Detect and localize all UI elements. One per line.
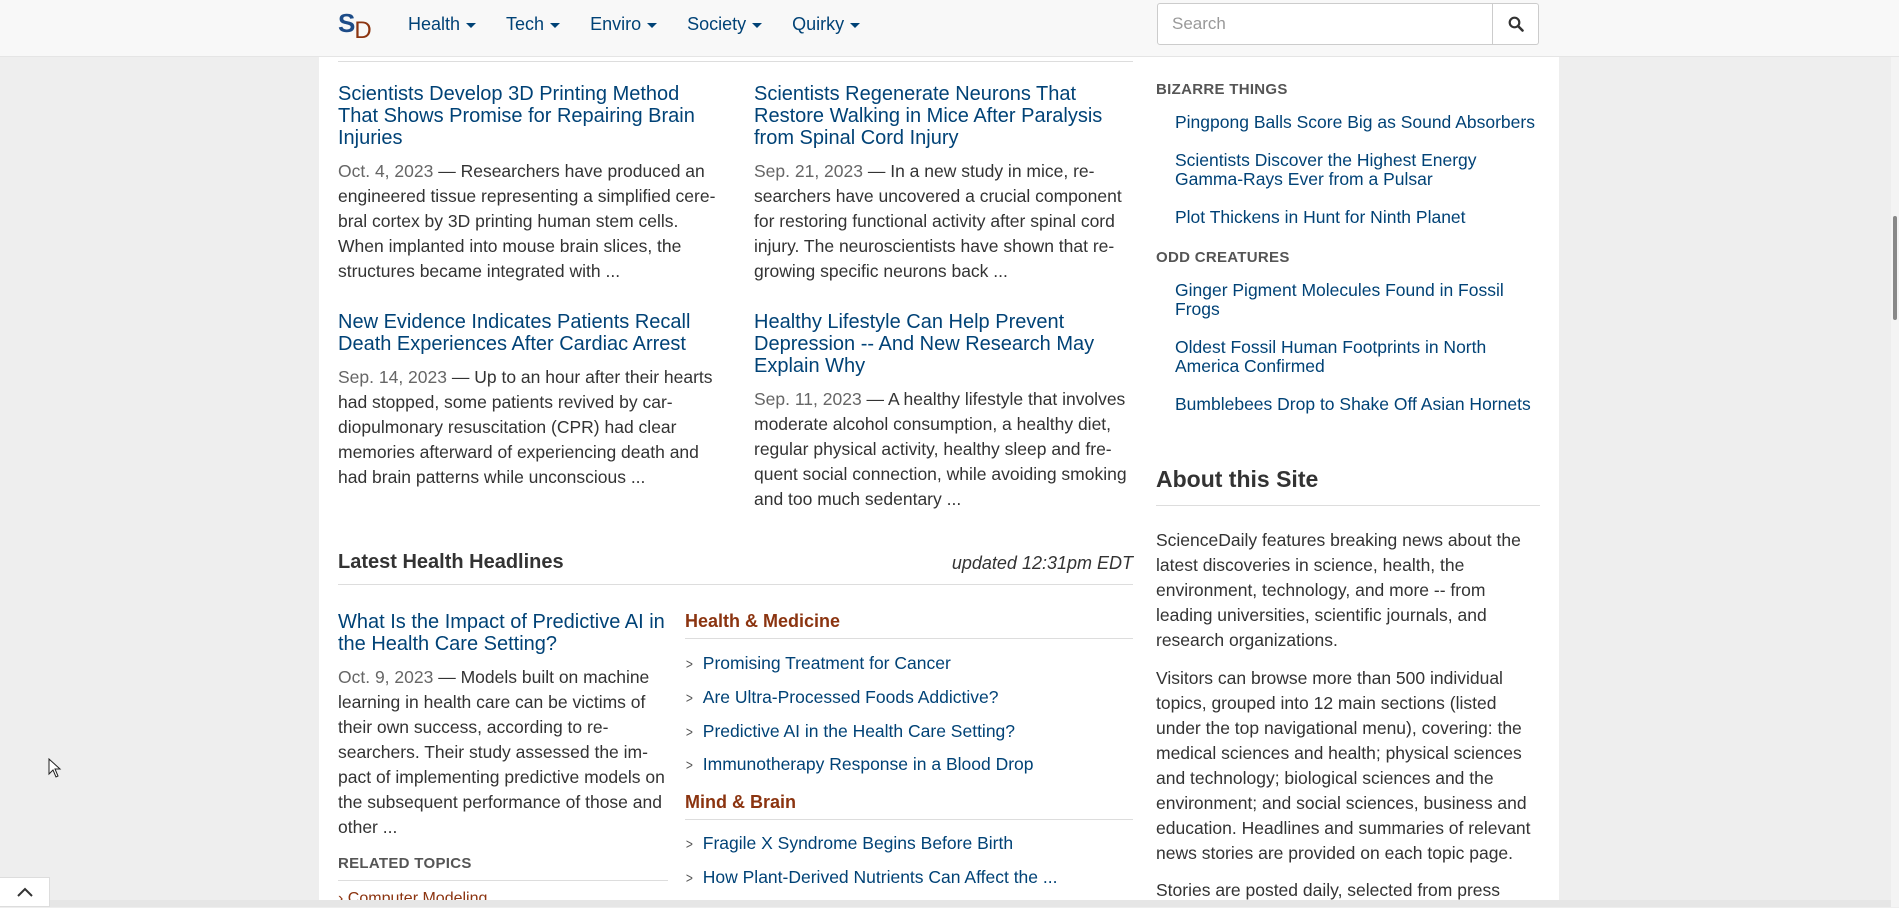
story-summary: Sep. 21, 2023 — In a new study in mice, … xyxy=(754,161,1122,281)
chevron-right-icon: > xyxy=(685,656,693,673)
logo-s: S xyxy=(338,8,355,38)
story-card: Healthy Lifestyle Can Help Prevent Depre… xyxy=(754,311,1139,512)
story-card: Scientists Develop 3D Printing Method Th… xyxy=(338,83,723,284)
sidebar-link[interactable]: Pingpong Balls Score Big as Sound Absorb… xyxy=(1175,113,1545,132)
category-health-medicine[interactable]: Health & Medicine xyxy=(685,611,1133,639)
chevron-right-icon: > xyxy=(685,836,693,853)
chevron-right-icon: > xyxy=(685,690,693,707)
caret-down-icon xyxy=(466,22,477,28)
category-mind-brain[interactable]: Mind & Brain xyxy=(685,792,1133,820)
site-logo[interactable]: SD xyxy=(338,8,372,44)
divider xyxy=(338,61,1133,62)
nav-health[interactable]: Health xyxy=(408,0,477,50)
nav-society[interactable]: Society xyxy=(687,0,763,50)
scrollbar-thumb[interactable] xyxy=(1893,216,1897,320)
chevron-right-icon: > xyxy=(685,757,693,774)
odd-creatures-label: ODD CREATURES xyxy=(1156,249,1290,266)
nav-society-label: Society xyxy=(687,14,747,34)
updated-time: updated 12:31pm EDT xyxy=(951,553,1133,573)
story-card: New Evidence Indicates Patients Recall D… xyxy=(338,311,723,490)
nav-quirky[interactable]: Quirky xyxy=(792,0,861,50)
story-card: Scientists Regenerate Neurons That Resto… xyxy=(754,83,1139,284)
sidebar-link[interactable]: Ginger Pigment Molecules Found in Fossil… xyxy=(1175,281,1545,319)
bottom-bar xyxy=(0,900,1891,907)
nav-tech-label: Tech xyxy=(506,14,545,34)
search-input[interactable] xyxy=(1157,3,1493,45)
nav-enviro[interactable]: Enviro xyxy=(590,0,658,50)
sidebar-link[interactable]: Oldest Fossil Human Footprints in North … xyxy=(1175,338,1545,376)
story-date: Sep. 21, 2023 xyxy=(754,161,863,181)
feature-summary-text: Models built on machine learning in heal… xyxy=(338,667,665,837)
nav-health-label: Health xyxy=(408,14,461,34)
headline-link[interactable]: > Promising Treatment for Cancer xyxy=(685,653,951,674)
headline-link[interactable]: > Are Ultra-Processed Foods Addictive? xyxy=(685,687,999,708)
story-summary: Oct. 4, 2023 — Researchers have produced… xyxy=(338,161,716,281)
chevron-up-icon xyxy=(16,887,33,897)
story-title-link[interactable]: New Evidence Indicates Patients Recall D… xyxy=(338,311,723,355)
nav-tech[interactable]: Tech xyxy=(506,0,561,50)
caret-down-icon xyxy=(752,22,763,28)
sidebar-link[interactable]: Plot Thickens in Hunt for Ninth Planet xyxy=(1175,208,1545,227)
related-topics-label: RELATED TOPICS xyxy=(338,855,668,881)
mouse-cursor-icon xyxy=(48,758,62,778)
section-heading: Latest Health Headlines xyxy=(338,551,564,573)
chevron-right-icon: > xyxy=(685,724,693,741)
about-paragraph: Visitors can browse more than 500 indivi… xyxy=(1156,668,1531,863)
about-heading: About this Site xyxy=(1156,466,1540,506)
feature-date: Oct. 9, 2023 xyxy=(338,667,434,687)
logo-d: D xyxy=(354,17,371,44)
main-nav: Health Tech Enviro Society Quirky xyxy=(408,0,890,50)
story-date: Oct. 4, 2023 xyxy=(338,161,434,181)
story-title-link[interactable]: Scientists Regenerate Neurons That Resto… xyxy=(754,83,1139,149)
search-button[interactable] xyxy=(1493,3,1539,45)
story-date: Sep. 11, 2023 xyxy=(754,389,862,409)
main-container: Scientists Develop 3D Printing Method Th… xyxy=(319,56,1559,907)
story-date: Sep. 14, 2023 xyxy=(338,367,447,387)
caret-down-icon xyxy=(850,22,861,28)
bizarre-things-label: BIZARRE THINGS xyxy=(1156,81,1288,98)
sidebar-link[interactable]: Bumblebees Drop to Shake Off Asian Horne… xyxy=(1175,395,1545,414)
story-summary: Sep. 11, 2023 — A healthy lifestyle that… xyxy=(754,389,1127,509)
search-icon xyxy=(1508,16,1524,32)
headline-text: Fragile X Syndrome Begins Before Birth xyxy=(702,833,1014,853)
vertical-scrollbar[interactable] xyxy=(1891,0,1899,907)
feature-story: What Is the Impact of Predictive AI in t… xyxy=(338,611,674,840)
caret-down-icon xyxy=(647,22,658,28)
sidebar-link[interactable]: Scientists Discover the Highest Energy G… xyxy=(1175,151,1545,189)
about-paragraph: ScienceDaily features breaking news abou… xyxy=(1156,530,1521,650)
chevron-right-icon: > xyxy=(685,870,693,887)
headline-text: Are Ultra-Processed Foods Addictive? xyxy=(702,687,999,707)
headline-link[interactable]: > Predictive AI in the Health Care Settin… xyxy=(685,721,1015,742)
feature-title-link[interactable]: What Is the Impact of Predictive AI in t… xyxy=(338,611,674,655)
top-navbar: SD Health Tech Enviro Society Quirky xyxy=(0,0,1899,57)
story-title-link[interactable]: Scientists Develop 3D Printing Method Th… xyxy=(338,83,723,149)
latest-headlines-header: Latest Health Headlines updated 12:31pm … xyxy=(338,551,1133,585)
headline-link[interactable]: > Immunotherapy Response in a Blood Drop xyxy=(685,754,1034,775)
feature-summary: Oct. 9, 2023 — Models built on machine l… xyxy=(338,667,665,837)
caret-down-icon xyxy=(550,22,561,28)
headline-text: Promising Treatment for Cancer xyxy=(702,653,951,673)
story-summary: Sep. 14, 2023 — Up to an hour after thei… xyxy=(338,367,713,487)
headline-link[interactable]: > How Plant-Derived Nutrients Can Affect … xyxy=(685,867,1058,888)
headline-text: Immunotherapy Response in a Blood Drop xyxy=(702,754,1034,774)
nav-enviro-label: Enviro xyxy=(590,14,642,34)
headline-text: Predictive AI in the Health Care Setting… xyxy=(702,721,1016,741)
headline-text: How Plant-Derived Nutrients Can Affect t… xyxy=(702,867,1058,887)
nav-quirky-label: Quirky xyxy=(792,14,845,34)
headline-link[interactable]: > Fragile X Syndrome Begins Before Birth xyxy=(685,833,1013,854)
story-title-link[interactable]: Healthy Lifestyle Can Help Prevent Depre… xyxy=(754,311,1139,377)
back-to-top-button[interactable] xyxy=(0,877,50,907)
